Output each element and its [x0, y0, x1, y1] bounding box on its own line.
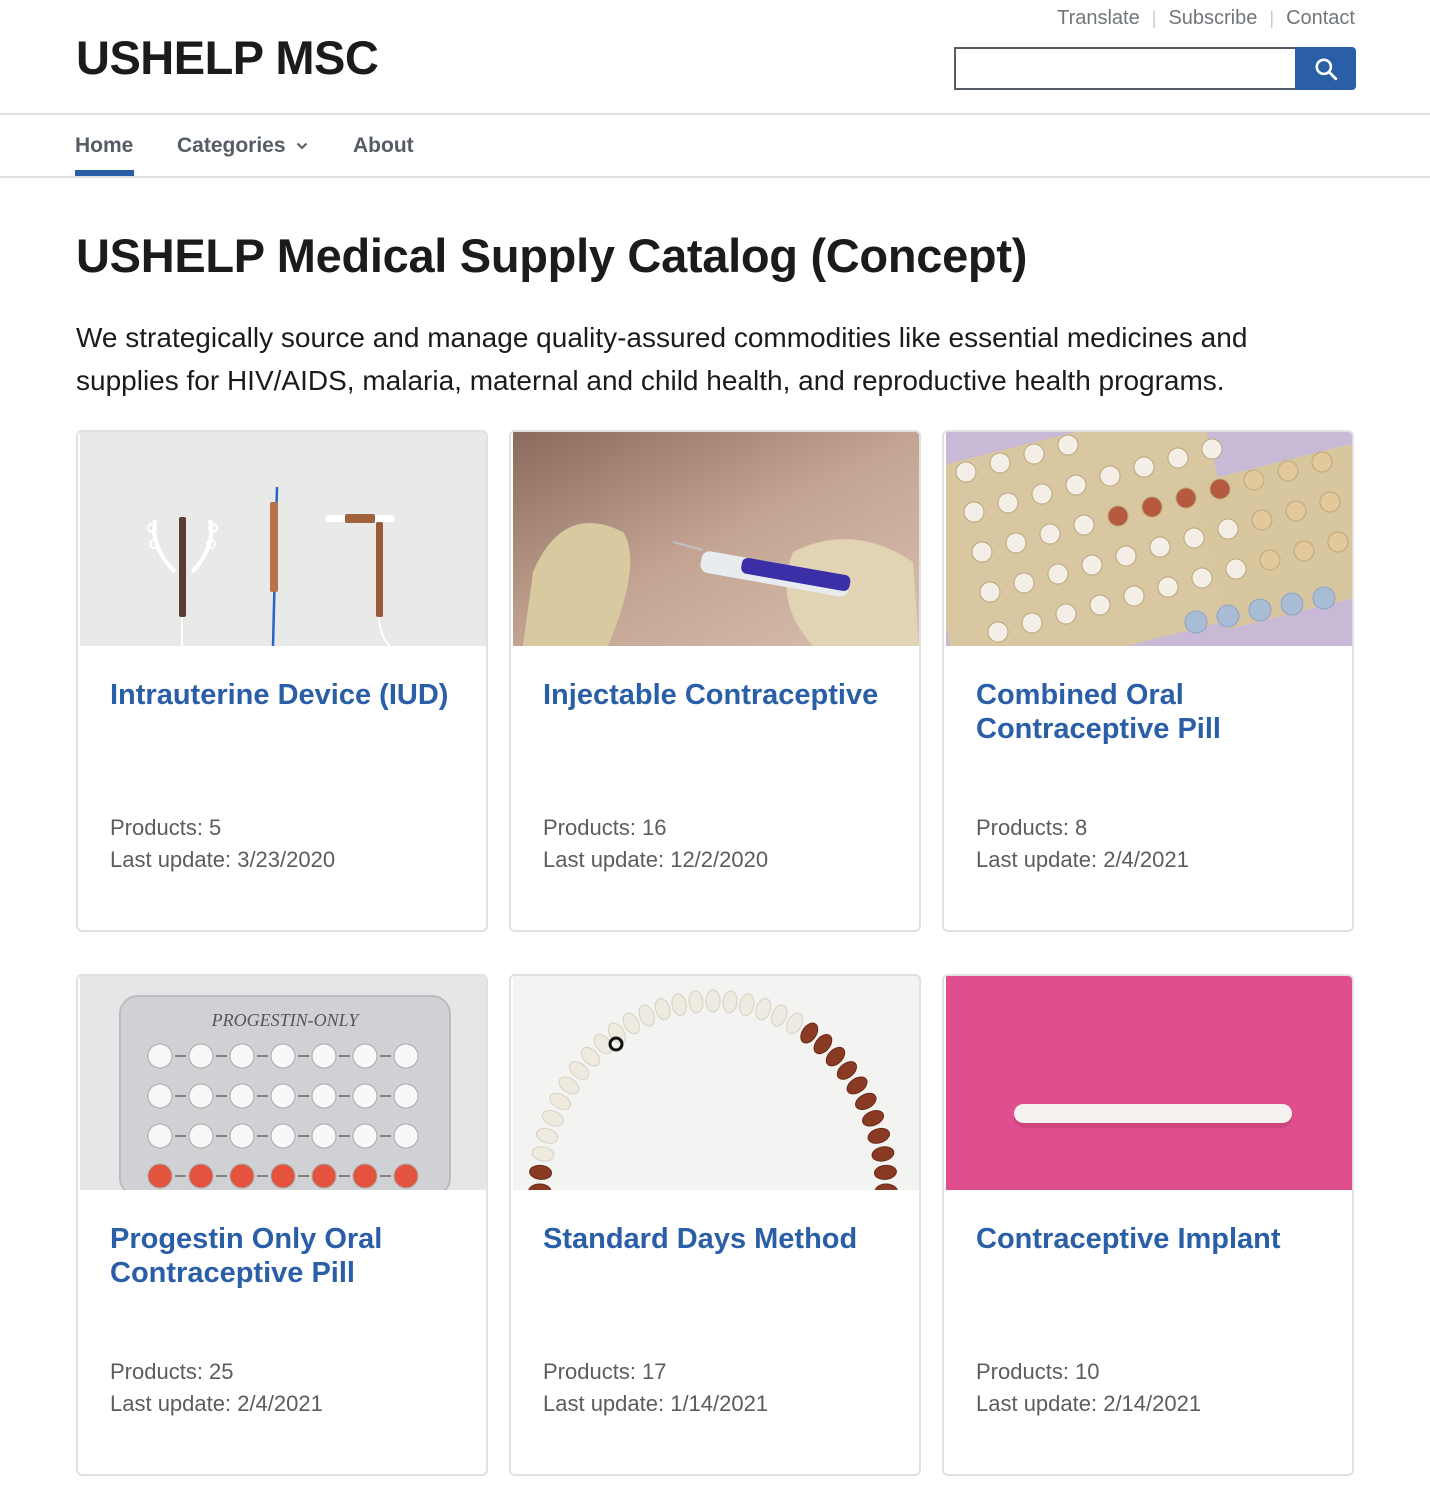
last-update: Last update: 12/2/2020	[543, 847, 769, 872]
card-title[interactable]: Contraceptive Implant	[976, 1222, 1326, 1256]
site-header: USHELP MSC Translate | Subscribe | Conta…	[0, 0, 1430, 115]
svg-text:PROGESTIN-ONLY: PROGESTIN-ONLY	[211, 1010, 361, 1030]
product-count: Products: 5	[110, 815, 222, 840]
site-title[interactable]: USHELP MSC	[76, 30, 379, 85]
utility-links: Translate | Subscribe | Contact	[1057, 7, 1355, 30]
card-title[interactable]: Combined Oral Contraceptive Pill	[976, 678, 1326, 746]
card-meta: Products: 16 Last update: 12/2/2020	[543, 812, 768, 876]
product-count: Products: 17	[543, 1359, 667, 1384]
card-meta: Products: 5 Last update: 3/23/2020	[110, 812, 335, 876]
product-count: Products: 10	[976, 1359, 1100, 1384]
card-title[interactable]: Standard Days Method	[543, 1222, 893, 1256]
page-title: USHELP Medical Supply Catalog (Concept)	[76, 229, 1028, 282]
last-update: Last update: 2/14/2021	[976, 1391, 1202, 1416]
progestin-pack-photo: PROGESTIN-ONLY	[80, 976, 486, 1190]
contact-link[interactable]: Contact	[1286, 7, 1355, 30]
nav-item-categories[interactable]: Categories	[177, 134, 308, 158]
category-card-injectable[interactable]: Injectable Contraceptive Products: 16 La…	[509, 430, 921, 932]
card-title[interactable]: Injectable Contraceptive	[543, 678, 893, 712]
search-form	[954, 47, 1356, 90]
iud-photo	[80, 432, 486, 646]
card-title[interactable]: Intrauterine Device (IUD)	[110, 678, 460, 712]
card-meta: Products: 17 Last update: 1/14/2021	[543, 1356, 768, 1420]
separator: |	[1269, 8, 1275, 28]
pill-packs-photo	[946, 432, 1352, 646]
active-nav-indicator	[75, 170, 134, 176]
primary-nav: Home Categories About	[0, 115, 1430, 178]
implant-rod-photo	[946, 976, 1352, 1190]
product-count: Products: 25	[110, 1359, 234, 1384]
category-card-combined-oral[interactable]: Combined Oral Contraceptive Pill Product…	[942, 430, 1354, 932]
translate-link[interactable]: Translate	[1057, 7, 1140, 30]
subscribe-link[interactable]: Subscribe	[1168, 7, 1257, 30]
search-button[interactable]	[1295, 47, 1356, 90]
product-count: Products: 8	[976, 815, 1088, 840]
last-update: Last update: 2/4/2021	[110, 1391, 323, 1416]
category-card-iud[interactable]: Intrauterine Device (IUD) Products: 5 La…	[76, 430, 488, 932]
category-card-progestin-only[interactable]: PROGESTIN-ONLY Progestin Only Oral Contr…	[76, 974, 488, 1476]
card-meta: Products: 10 Last update: 2/14/2021	[976, 1356, 1201, 1420]
search-input[interactable]	[954, 47, 1295, 90]
cycle-beads-photo	[513, 976, 919, 1190]
last-update: Last update: 1/14/2021	[543, 1391, 769, 1416]
nav-item-home[interactable]: Home	[75, 134, 133, 158]
product-count: Products: 16	[543, 815, 667, 840]
last-update: Last update: 2/4/2021	[976, 847, 1189, 872]
intro-paragraph: We strategically source and manage quali…	[76, 322, 1248, 396]
last-update: Last update: 3/23/2020	[110, 847, 336, 872]
category-card-standard-days[interactable]: Standard Days Method Products: 17 Last u…	[509, 974, 921, 1476]
category-card-implant[interactable]: Contraceptive Implant Products: 10 Last …	[942, 974, 1354, 1476]
card-title[interactable]: Progestin Only Oral Contraceptive Pill	[110, 1222, 460, 1290]
card-meta: Products: 8 Last update: 2/4/2021	[976, 812, 1189, 876]
search-icon	[1314, 57, 1337, 80]
injection-photo	[513, 432, 919, 646]
nav-item-about[interactable]: About	[353, 134, 414, 158]
chevron-down-icon	[296, 142, 307, 150]
separator: |	[1151, 8, 1157, 28]
nav-item-label: Categories	[177, 134, 286, 157]
card-meta: Products: 25 Last update: 2/4/2021	[110, 1356, 323, 1420]
